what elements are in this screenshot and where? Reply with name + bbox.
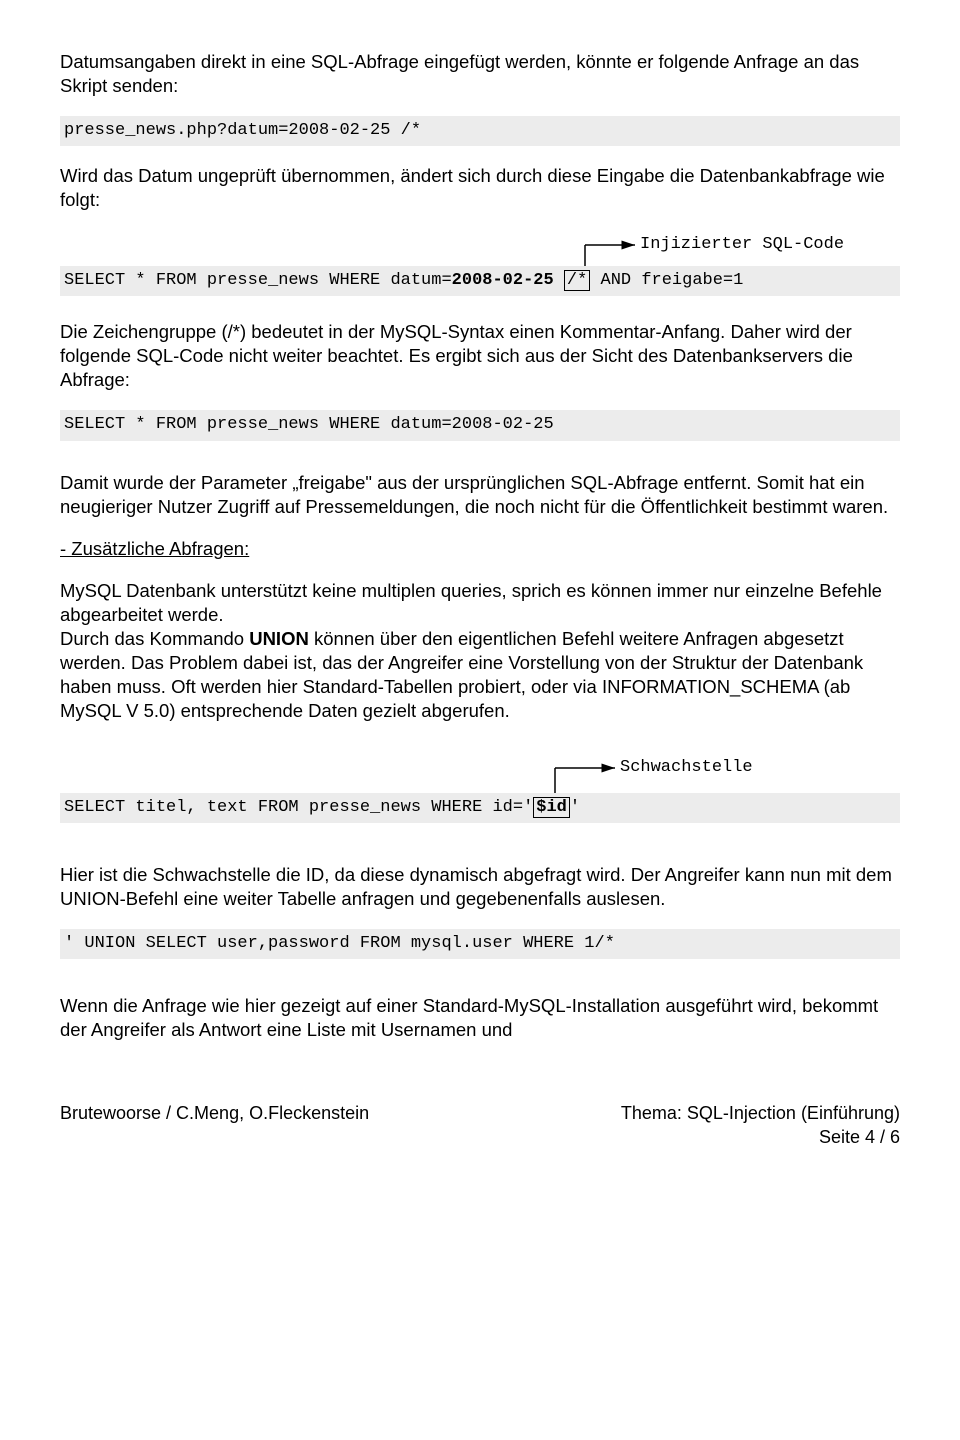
paragraph: Datumsangaben direkt in eine SQL-Abfrage… (60, 50, 900, 98)
footer-page-number: Seite 4 / 6 (621, 1126, 900, 1149)
footer-meta: Thema: SQL-Injection (Einführung) Seite … (621, 1102, 900, 1149)
paragraph: Durch das Kommando UNION können über den… (60, 627, 900, 723)
code-block: ' UNION SELECT user,password FROM mysql.… (60, 929, 900, 959)
code-injected-date: 2008-02-25 (452, 271, 554, 290)
footer-authors: Brutewoorse / C.Meng, O.Fleckenstein (60, 1102, 369, 1149)
code-block: SELECT titel, text FROM presse_news WHER… (60, 793, 900, 823)
code-text: SELECT titel, text FROM presse_news WHER… (64, 798, 533, 817)
footer-topic: Thema: SQL-Injection (Einführung) (621, 1102, 900, 1125)
paragraph: Wird das Datum ungeprüft übernommen, änd… (60, 164, 900, 212)
code-text: AND freigabe=1 (590, 271, 743, 290)
page-footer: Brutewoorse / C.Meng, O.Fleckenstein The… (60, 1102, 900, 1149)
text: Durch das Kommando (60, 628, 249, 649)
paragraph: Wenn die Anfrage wie hier gezeigt auf ei… (60, 994, 900, 1042)
code-text: ' (570, 798, 580, 817)
annotation-label: Schwachstelle (620, 757, 753, 779)
paragraph: Die Zeichengruppe (/*) bedeutet in der M… (60, 320, 900, 392)
code-block: presse_news.php?datum=2008-02-25 /* (60, 116, 900, 146)
annotated-code-diagram: Schwachstelle SELECT titel, text FROM pr… (60, 753, 900, 818)
annotated-code-diagram: Injizierter SQL-Code SELECT * FROM press… (60, 230, 900, 290)
code-comment-marker: /* (564, 270, 590, 291)
paragraph: Damit wurde der Parameter „freigabe" aus… (60, 471, 900, 519)
keyword-union: UNION (249, 628, 309, 649)
code-block: SELECT * FROM presse_news WHERE datum=20… (60, 410, 900, 440)
section-heading: - Zusätzliche Abfragen: (60, 537, 900, 561)
code-block: SELECT * FROM presse_news WHERE datum=20… (60, 266, 900, 296)
paragraph: MySQL Datenbank unterstützt keine multip… (60, 579, 900, 627)
code-text: SELECT * FROM presse_news WHERE datum= (64, 271, 452, 290)
annotation-label: Injizierter SQL-Code (640, 234, 844, 256)
code-variable-id: $id (533, 797, 570, 818)
paragraph: Hier ist die Schwachstelle die ID, da di… (60, 863, 900, 911)
